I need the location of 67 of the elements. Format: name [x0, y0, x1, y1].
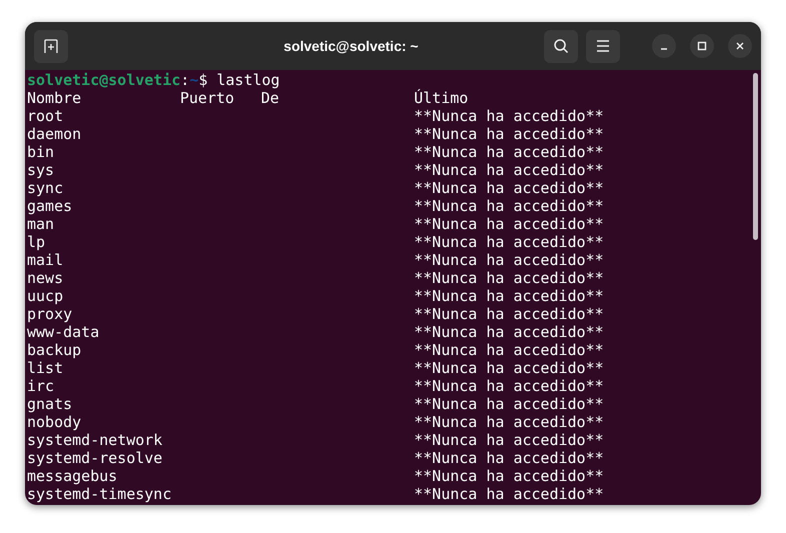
- close-button[interactable]: [728, 34, 752, 58]
- last-login: **Nunca ha accedido**: [414, 287, 604, 305]
- last-login: **Nunca ha accedido**: [414, 125, 604, 143]
- last-login: **Nunca ha accedido**: [414, 359, 604, 377]
- minimize-button[interactable]: [652, 34, 676, 58]
- menu-icon: [596, 40, 610, 52]
- prompt-path: ~: [190, 71, 199, 89]
- prompt-symbol: $: [198, 71, 208, 89]
- column-header: De: [261, 89, 280, 107]
- last-login: **Nunca ha accedido**: [414, 431, 604, 449]
- user-name: irc: [27, 377, 54, 395]
- last-login: **Nunca ha accedido**: [414, 377, 604, 395]
- user-name: www-data: [27, 323, 100, 341]
- scrollbar[interactable]: [753, 73, 758, 240]
- user-name: list: [27, 359, 64, 377]
- user-name: nobody: [27, 413, 82, 431]
- user-name: news: [27, 269, 64, 287]
- user-name: systemd-resolve: [27, 449, 162, 467]
- user-name: mail: [27, 251, 64, 269]
- user-name: sys: [27, 161, 54, 179]
- user-name: games: [27, 197, 72, 215]
- last-login: **Nunca ha accedido**: [414, 179, 604, 197]
- last-login: **Nunca ha accedido**: [414, 323, 604, 341]
- last-login: **Nunca ha accedido**: [414, 107, 604, 125]
- column-header: Último: [414, 89, 468, 107]
- prompt-user-host: solvetic@solvetic: [27, 71, 181, 89]
- last-login: **Nunca ha accedido**: [414, 413, 604, 431]
- user-name: bin: [27, 143, 54, 161]
- search-button[interactable]: [544, 30, 578, 62]
- last-login: **Nunca ha accedido**: [414, 197, 604, 215]
- last-login: **Nunca ha accedido**: [414, 341, 604, 359]
- user-name: backup: [27, 341, 82, 359]
- last-login: **Nunca ha accedido**: [414, 485, 604, 503]
- user-name: sync: [27, 179, 64, 197]
- user-name: lp: [27, 233, 46, 251]
- user-name: systemd-timesync: [27, 485, 172, 503]
- user-name: daemon: [27, 125, 82, 143]
- window-title: solvetic@solvetic: ~: [284, 36, 418, 56]
- last-login: **Nunca ha accedido**: [414, 143, 604, 161]
- last-login: **Nunca ha accedido**: [414, 269, 604, 287]
- last-login: **Nunca ha accedido**: [414, 449, 604, 467]
- last-login: **Nunca ha accedido**: [414, 215, 604, 233]
- search-icon: [553, 38, 569, 54]
- last-login: **Nunca ha accedido**: [414, 251, 604, 269]
- close-icon: [735, 41, 745, 51]
- last-login: **Nunca ha accedido**: [414, 233, 604, 251]
- prompt-separator: :: [180, 71, 190, 89]
- column-header: Nombre: [27, 89, 82, 107]
- user-name: proxy: [27, 305, 72, 323]
- last-login: **Nunca ha accedido**: [414, 305, 604, 323]
- user-name: systemd-network: [27, 431, 162, 449]
- user-name: man: [27, 215, 54, 233]
- user-name: gnats: [27, 395, 72, 413]
- user-name: root: [27, 107, 64, 125]
- user-name: uucp: [27, 287, 64, 305]
- command-text: lastlog: [216, 71, 280, 89]
- maximize-icon: [697, 41, 707, 51]
- new-tab-button[interactable]: [34, 30, 68, 62]
- last-login: **Nunca ha accedido**: [414, 395, 604, 413]
- minimize-icon: [660, 48, 668, 50]
- last-login: **Nunca ha accedido**: [414, 161, 604, 179]
- user-name: messagebus: [27, 467, 118, 485]
- last-login: **Nunca ha accedido**: [414, 467, 604, 485]
- menu-button[interactable]: [586, 30, 620, 62]
- column-header: Puerto: [180, 89, 234, 107]
- maximize-button[interactable]: [690, 34, 714, 58]
- new-tab-icon: [43, 38, 59, 54]
